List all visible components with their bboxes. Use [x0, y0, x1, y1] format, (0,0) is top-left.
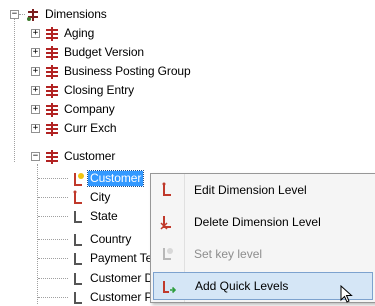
tree-label: Customer — [86, 170, 145, 187]
tree-node-dimension[interactable]: + Business Posting Group — [0, 63, 193, 80]
dimension-icon — [44, 26, 60, 42]
tree-node-level[interactable]: Country — [0, 231, 133, 248]
dimension-icon — [44, 45, 60, 61]
tree-node-dimension[interactable]: + Budget Version — [0, 44, 146, 61]
level-icon — [70, 271, 86, 287]
expand-toggle[interactable]: + — [31, 124, 40, 133]
tree-label: State — [90, 209, 118, 223]
dimension-icon — [44, 102, 60, 118]
collapse-toggle[interactable]: − — [31, 152, 40, 161]
tree-label: Payment Te — [90, 251, 153, 265]
level-icon — [70, 190, 86, 206]
tree-node-dimension-customer[interactable]: − Customer — [0, 148, 117, 165]
expand-toggle[interactable]: + — [31, 86, 40, 95]
context-menu: Edit Dimension Level Delete Dimension Le… — [150, 173, 375, 303]
key-level-icon — [163, 248, 173, 260]
tree-label: Closing Entry — [64, 83, 135, 97]
dimension-icon — [44, 149, 60, 165]
tree-label: Aging — [64, 26, 95, 40]
tree-node-level[interactable]: City — [0, 189, 112, 206]
tree-label: Budget Version — [64, 45, 144, 59]
tree-label: Country — [90, 232, 132, 246]
tree-label: Curr Exch — [64, 121, 117, 135]
edit-dimension-level-item[interactable]: Edit Dimension Level — [153, 176, 373, 204]
level-icon — [70, 232, 86, 248]
tree-node-dimensions[interactable]: − Dimensions — [0, 6, 109, 23]
dimension-icon — [44, 64, 60, 80]
tree-label: Customer D — [90, 271, 154, 285]
menu-item-label: Add Quick Levels — [195, 279, 289, 293]
edit-level-icon — [162, 182, 171, 196]
tree-label: City — [90, 190, 111, 204]
tree-node-level[interactable]: State — [0, 208, 120, 225]
menu-item-label: Set key level — [194, 247, 263, 261]
delete-dimension-level-item[interactable]: Delete Dimension Level — [153, 208, 373, 236]
expand-toggle[interactable]: + — [31, 29, 40, 38]
tree-node-dimension[interactable]: + Curr Exch — [0, 120, 118, 137]
key-level-icon — [70, 171, 86, 187]
dimensions-root-icon — [25, 7, 41, 23]
collapse-toggle[interactable]: − — [10, 10, 19, 19]
tree-label: Customer — [64, 149, 116, 163]
tree-node-dimension[interactable]: + Company — [0, 101, 117, 118]
add-quick-levels-icon — [163, 281, 176, 294]
tree-label: Company — [64, 102, 115, 116]
delete-level-icon — [160, 216, 171, 230]
level-icon — [70, 209, 86, 225]
menu-item-label: Delete Dimension Level — [194, 215, 321, 229]
expand-toggle[interactable]: + — [31, 67, 40, 76]
tree-label: Dimensions — [45, 7, 107, 21]
dimension-icon — [44, 83, 60, 99]
tree-node-level[interactable]: Customer P — [0, 289, 154, 306]
tree-node-dimension[interactable]: + Closing Entry — [0, 82, 136, 99]
tree-node-level[interactable]: Payment Te — [0, 250, 154, 267]
dimension-icon — [44, 121, 60, 137]
expand-toggle[interactable]: + — [31, 105, 40, 114]
set-key-level-item[interactable]: Set key level — [153, 240, 373, 268]
mouse-cursor-icon — [340, 285, 353, 303]
tree-node-level-selected[interactable]: Customer — [0, 170, 145, 187]
menu-item-label: Edit Dimension Level — [194, 183, 307, 197]
level-icon — [70, 290, 86, 306]
tree-node-level[interactable]: Customer D — [0, 270, 155, 287]
tree-label: Customer P — [90, 290, 153, 304]
expand-toggle[interactable]: + — [31, 48, 40, 57]
tree-label: Business Posting Group — [64, 64, 191, 78]
level-icon — [70, 251, 86, 267]
tree-node-dimension[interactable]: + Aging — [0, 25, 96, 42]
